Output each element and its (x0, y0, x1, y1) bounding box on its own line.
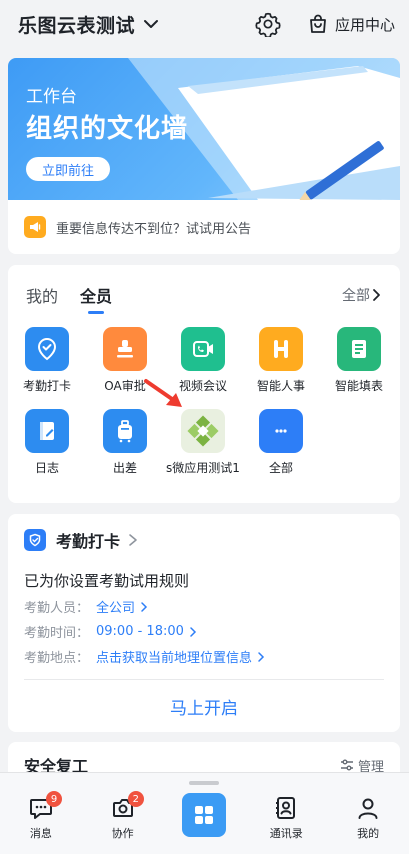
attendance-icon (25, 327, 69, 371)
more-dots-icon (259, 409, 303, 453)
attendance-shield-icon (24, 529, 46, 551)
announcement-tip-text: 重要信息传达不到位？试试用公告 (56, 221, 252, 237)
attendance-staff-key: 考勤人员： (24, 601, 90, 616)
attendance-time-value: 09:00 - 18:00 (96, 624, 184, 639)
megaphone-icon (24, 216, 46, 238)
attendance-location-value: 点击获取当前地理位置信息 (96, 651, 253, 666)
attendance-title: 考勤打卡 (56, 532, 121, 551)
contacts-icon (276, 797, 296, 819)
shopping-bag-icon (310, 14, 326, 33)
tab-collaboration-label: 协作 (111, 827, 134, 840)
start-now-button[interactable]: 马上开启 (8, 680, 400, 732)
tab-collaboration[interactable]: 2 协作 (82, 773, 164, 854)
apps-grid: 考勤打卡 OA审批 视频会议 智能人事 智能填表 日志 出差 s微应用测试1 全… (8, 325, 400, 489)
app-label: 日志 (34, 461, 59, 475)
chevron-right-icon (141, 601, 148, 612)
red-arrow-annotation (144, 379, 182, 407)
app-label: 智能填表 (334, 379, 383, 393)
tab-contacts[interactable]: 通讯录 (245, 773, 327, 854)
banner-title: 组织的文化墙 (26, 114, 189, 144)
h-letter-icon (259, 327, 303, 371)
attendance-staff-value: 全公司 (96, 601, 136, 616)
header-actions: 应用中心 (255, 11, 395, 37)
all-apps-label: 全部 (342, 288, 370, 304)
app-label: 考勤打卡 (22, 379, 71, 393)
sliders-icon (340, 759, 353, 771)
attendance-staff-link[interactable]: 全公司 (96, 597, 148, 616)
log-icon (25, 409, 69, 453)
top-header: 乐图云表测试 应用中心 (0, 0, 409, 48)
form-icon (337, 327, 381, 371)
app-micro-test[interactable]: s微应用测试1 (164, 407, 242, 489)
luggage-icon (103, 409, 147, 453)
app-log[interactable]: 日志 (8, 407, 86, 489)
chevron-down-icon[interactable] (143, 16, 159, 32)
app-smart-hr[interactable]: 智能人事 (242, 325, 320, 407)
all-apps-link[interactable]: 全部 (342, 285, 382, 305)
collaboration-badge: 2 (127, 791, 144, 807)
attendance-location-row: 考勤地点： 点击获取当前地理位置信息 (8, 644, 400, 669)
attendance-card: 考勤打卡 已为你设置考勤试用规则 考勤人员： 全公司 考勤时间： 09:00 -… (8, 514, 400, 732)
app-center-label: 应用中心 (334, 15, 395, 34)
chevron-right-icon (129, 534, 137, 546)
app-label: s微应用测试1 (166, 461, 240, 475)
app-center-button[interactable]: 应用中心 (307, 13, 395, 35)
attendance-location-link[interactable]: 点击获取当前地理位置信息 (96, 647, 265, 666)
attendance-header[interactable]: 考勤打卡 (8, 514, 400, 566)
chevron-right-icon (190, 626, 196, 637)
bottom-tab-bar: 9 消息 2 协作 通讯录 我的 (0, 772, 409, 854)
attendance-time-link[interactable]: 09:00 - 18:00 (96, 624, 197, 639)
attendance-staff-row: 考勤人员： 全公司 (8, 594, 400, 619)
app-smart-form[interactable]: 智能填表 (320, 325, 398, 407)
person-icon (358, 798, 378, 819)
tab-messages[interactable]: 9 消息 (0, 773, 82, 854)
org-title[interactable]: 乐图云表测试 (18, 11, 135, 38)
messages-badge: 9 (46, 791, 62, 807)
announcement-tip[interactable]: 重要信息传达不到位？试试用公告 (8, 200, 400, 254)
go-now-button[interactable]: 立即前往 (26, 157, 110, 181)
workbench-grid-icon (182, 793, 227, 837)
app-label: 出差 (112, 461, 137, 475)
gear-icon[interactable] (255, 11, 281, 37)
tab-everyone[interactable]: 全员 (80, 283, 112, 314)
chevron-right-icon (258, 651, 265, 662)
stamp-icon (103, 327, 147, 371)
culture-wall-banner[interactable]: 工作台 组织的文化墙 立即前往 (8, 58, 400, 200)
attendance-time-row: 考勤时间： 09:00 - 18:00 (8, 619, 400, 644)
attendance-location-key: 考勤地点： (24, 651, 90, 666)
app-label: 全部 (268, 461, 293, 475)
app-label: 智能人事 (256, 379, 305, 393)
chevron-right-icon (373, 289, 380, 301)
tab-me-label: 我的 (357, 827, 380, 840)
apps-tabs: 我的 全员 全部 (8, 265, 400, 325)
app-business-trip[interactable]: 出差 (86, 407, 164, 489)
app-attendance[interactable]: 考勤打卡 (8, 325, 86, 407)
banner-card: 工作台 组织的文化墙 立即前往 重要信息传达不到位？试试用公告 (8, 58, 400, 254)
grid-diamond-icon (181, 409, 225, 453)
tab-messages-label: 消息 (29, 827, 52, 840)
tab-mine[interactable]: 我的 (26, 283, 58, 307)
apps-card: 我的 全员 全部 考勤打卡 OA审批 视频会议 智能人事 智能填表 日志 出差 … (8, 265, 400, 503)
tab-workbench[interactable] (164, 773, 246, 854)
attendance-time-key: 考勤时间： (24, 626, 90, 641)
banner-subtitle: 工作台 (26, 87, 77, 107)
video-call-icon (181, 327, 225, 371)
tab-me[interactable]: 我的 (327, 773, 409, 854)
attendance-message: 已为你设置考勤试用规则 (24, 571, 190, 590)
app-all[interactable]: 全部 (242, 407, 320, 489)
tab-contacts-label: 通讯录 (269, 827, 303, 840)
